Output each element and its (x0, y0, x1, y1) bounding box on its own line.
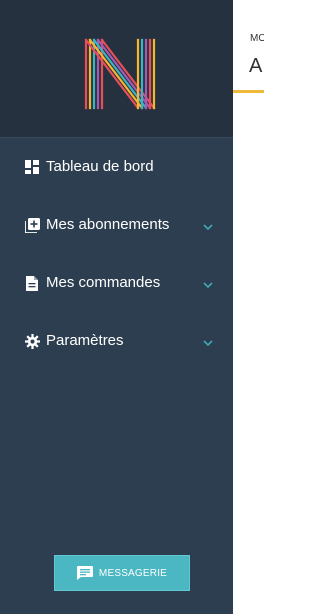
brand-logo-icon[interactable] (84, 38, 156, 110)
sidebar: Tableau de bord Mes abonnements Mes comm… (0, 0, 233, 614)
main-content: MO A (233, 0, 264, 614)
title-underline (233, 90, 264, 93)
sidebar-item-label: Mes commandes (46, 274, 161, 291)
dashboard-icon (24, 159, 40, 175)
sidebar-item-mes-commandes[interactable]: Mes commandes (0, 266, 233, 300)
page-title: A (249, 55, 263, 77)
sidebar-item-tableau-de-bord[interactable]: Tableau de bord (0, 150, 233, 184)
chevron-down-icon[interactable] (201, 278, 215, 292)
sidebar-item-label: Mes abonnements (46, 216, 170, 233)
messaging-button[interactable]: MESSAGERIE (54, 555, 190, 591)
messaging-button-label: MESSAGERIE (98, 567, 168, 579)
chevron-down-icon[interactable] (201, 220, 215, 234)
sidebar-item-mes-abonnements[interactable]: Mes abonnements (0, 208, 233, 242)
chevron-down-icon[interactable] (201, 336, 215, 350)
sidebar-item-label: Paramètres (46, 332, 124, 349)
breadcrumb: MO (250, 33, 264, 44)
document-icon (24, 275, 40, 291)
chat-icon (76, 566, 93, 580)
gear-icon (24, 333, 40, 349)
add-box-icon (24, 217, 40, 233)
sidebar-header (0, 0, 233, 138)
sidebar-item-label: Tableau de bord (46, 158, 154, 175)
sidebar-item-parametres[interactable]: Paramètres (0, 324, 233, 358)
